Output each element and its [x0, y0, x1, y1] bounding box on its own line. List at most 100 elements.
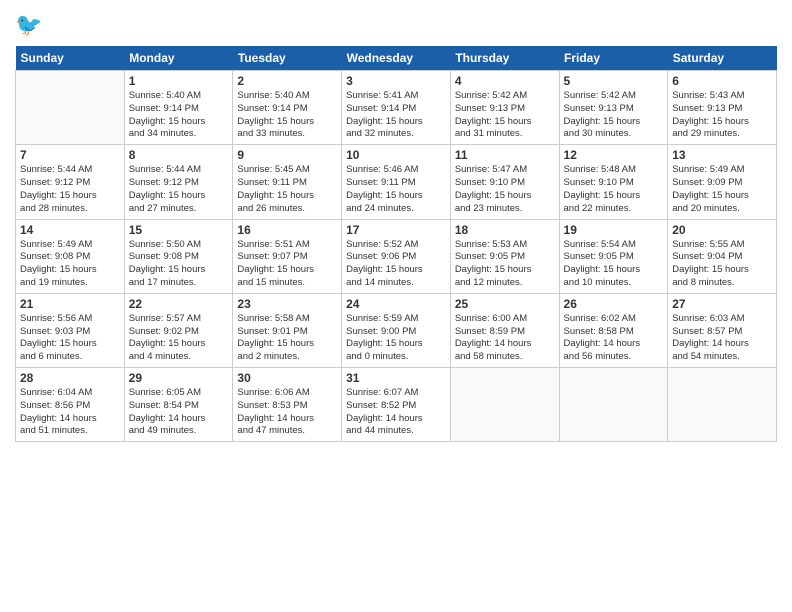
day-number: 1 — [129, 74, 229, 88]
day-info: Sunrise: 5:43 AM Sunset: 9:13 PM Dayligh… — [672, 90, 772, 141]
calendar-cell — [450, 368, 559, 442]
day-info: Sunrise: 6:07 AM Sunset: 8:52 PM Dayligh… — [346, 387, 446, 438]
calendar-page: 🐦 SundayMondayTuesdayWednesdayThursdayFr… — [0, 0, 792, 612]
calendar-cell: 6 Sunrise: 5:43 AM Sunset: 9:13 PM Daylig… — [668, 71, 777, 145]
day-info: Sunrise: 5:46 AM Sunset: 9:11 PM Dayligh… — [346, 164, 446, 215]
day-info: Sunrise: 5:50 AM Sunset: 9:08 PM Dayligh… — [129, 239, 229, 290]
day-info: Sunrise: 5:48 AM Sunset: 9:10 PM Dayligh… — [564, 164, 664, 215]
day-info: Sunrise: 5:47 AM Sunset: 9:10 PM Dayligh… — [455, 164, 555, 215]
day-number: 28 — [20, 371, 120, 385]
calendar-cell: 17Sunrise: 5:52 AM Sunset: 9:06 PM Dayli… — [342, 219, 451, 293]
day-number: 29 — [129, 371, 229, 385]
day-info: Sunrise: 5:44 AM Sunset: 9:12 PM Dayligh… — [20, 164, 120, 215]
calendar-cell: 25 Sunrise: 6:00 AM Sunset: 8:59 PM Dayli… — [450, 293, 559, 367]
day-info: Sunrise: 5:57 AM Sunset: 9:02 PM Dayligh… — [129, 313, 229, 364]
header-tuesday: Tuesday — [233, 46, 342, 71]
day-number: 4 — [455, 74, 555, 88]
day-info: Sunrise: 5:54 AM Sunset: 9:05 PM Dayligh… — [564, 239, 664, 290]
day-info: Sunrise: 6:02 AM Sunset: 8:58 PM Dayligh… — [564, 313, 664, 364]
header-monday: Monday — [124, 46, 233, 71]
day-number: 6 — [672, 74, 772, 88]
calendar-cell: 18Sunrise: 5:53 AM Sunset: 9:05 PM Dayli… — [450, 219, 559, 293]
calendar-row-2: 7 Sunrise: 5:44 AM Sunset: 9:12 PM Daylig… — [16, 145, 777, 219]
day-info: Sunrise: 6:03 AM Sunset: 8:57 PM Dayligh… — [672, 313, 772, 364]
day-number: 13 — [672, 148, 772, 162]
day-info: Sunrise: 5:53 AM Sunset: 9:05 PM Dayligh… — [455, 239, 555, 290]
header-saturday: Saturday — [668, 46, 777, 71]
day-number: 24 — [346, 297, 446, 311]
day-number: 2 — [237, 74, 337, 88]
day-number: 9 — [237, 148, 337, 162]
day-number: 17 — [346, 223, 446, 237]
day-number: 5 — [564, 74, 664, 88]
day-info: Sunrise: 6:00 AM Sunset: 8:59 PM Dayligh… — [455, 313, 555, 364]
calendar-cell: 19Sunrise: 5:54 AM Sunset: 9:05 PM Dayli… — [559, 219, 668, 293]
day-number: 31 — [346, 371, 446, 385]
calendar-cell: 28 Sunrise: 6:04 AM Sunset: 8:56 PM Dayli… — [16, 368, 125, 442]
day-number: 26 — [564, 297, 664, 311]
calendar-cell: 21 Sunrise: 5:56 AM Sunset: 9:03 PM Dayli… — [16, 293, 125, 367]
day-info: Sunrise: 5:49 AM Sunset: 9:09 PM Dayligh… — [672, 164, 772, 215]
calendar-cell: 22 Sunrise: 5:57 AM Sunset: 9:02 PM Dayli… — [124, 293, 233, 367]
calendar-cell: 30 Sunrise: 6:06 AM Sunset: 8:53 PM Dayli… — [233, 368, 342, 442]
logo-icon: 🐦 — [15, 10, 47, 38]
calendar-row-1: 1 Sunrise: 5:40 AM Sunset: 9:14 PM Daylig… — [16, 71, 777, 145]
calendar-cell: 2Sunrise: 5:40 AM Sunset: 9:14 PM Daylig… — [233, 71, 342, 145]
day-number: 8 — [129, 148, 229, 162]
calendar-cell — [559, 368, 668, 442]
calendar-cell — [668, 368, 777, 442]
day-number: 25 — [455, 297, 555, 311]
calendar-cell: 12Sunrise: 5:48 AM Sunset: 9:10 PM Dayli… — [559, 145, 668, 219]
day-number: 14 — [20, 223, 120, 237]
calendar-cell: 9 Sunrise: 5:45 AM Sunset: 9:11 PM Daylig… — [233, 145, 342, 219]
header-sunday: Sunday — [16, 46, 125, 71]
day-number: 21 — [20, 297, 120, 311]
day-info: Sunrise: 5:49 AM Sunset: 9:08 PM Dayligh… — [20, 239, 120, 290]
calendar-row-3: 14 Sunrise: 5:49 AM Sunset: 9:08 PM Dayli… — [16, 219, 777, 293]
day-info: Sunrise: 5:56 AM Sunset: 9:03 PM Dayligh… — [20, 313, 120, 364]
calendar-cell: 13 Sunrise: 5:49 AM Sunset: 9:09 PM Dayli… — [668, 145, 777, 219]
day-number: 27 — [672, 297, 772, 311]
calendar-cell: 3Sunrise: 5:41 AM Sunset: 9:14 PM Daylig… — [342, 71, 451, 145]
calendar-table: SundayMondayTuesdayWednesdayThursdayFrid… — [15, 46, 777, 442]
day-number: 22 — [129, 297, 229, 311]
day-number: 3 — [346, 74, 446, 88]
day-number: 7 — [20, 148, 120, 162]
day-info: Sunrise: 6:04 AM Sunset: 8:56 PM Dayligh… — [20, 387, 120, 438]
calendar-cell: 20 Sunrise: 5:55 AM Sunset: 9:04 PM Dayli… — [668, 219, 777, 293]
calendar-cell: 26 Sunrise: 6:02 AM Sunset: 8:58 PM Dayli… — [559, 293, 668, 367]
day-number: 10 — [346, 148, 446, 162]
calendar-row-5: 28 Sunrise: 6:04 AM Sunset: 8:56 PM Dayli… — [16, 368, 777, 442]
header: 🐦 — [15, 10, 777, 38]
calendar-cell: 7 Sunrise: 5:44 AM Sunset: 9:12 PM Daylig… — [16, 145, 125, 219]
day-number: 11 — [455, 148, 555, 162]
day-info: Sunrise: 6:06 AM Sunset: 8:53 PM Dayligh… — [237, 387, 337, 438]
logo: 🐦 — [15, 10, 49, 38]
calendar-cell: 14 Sunrise: 5:49 AM Sunset: 9:08 PM Dayli… — [16, 219, 125, 293]
day-info: Sunrise: 6:05 AM Sunset: 8:54 PM Dayligh… — [129, 387, 229, 438]
calendar-cell: 31 Sunrise: 6:07 AM Sunset: 8:52 PM Dayli… — [342, 368, 451, 442]
calendar-cell: 10 Sunrise: 5:46 AM Sunset: 9:11 PM Dayli… — [342, 145, 451, 219]
day-info: Sunrise: 5:58 AM Sunset: 9:01 PM Dayligh… — [237, 313, 337, 364]
header-thursday: Thursday — [450, 46, 559, 71]
day-number: 20 — [672, 223, 772, 237]
day-number: 23 — [237, 297, 337, 311]
day-info: Sunrise: 5:55 AM Sunset: 9:04 PM Dayligh… — [672, 239, 772, 290]
calendar-header-row: SundayMondayTuesdayWednesdayThursdayFrid… — [16, 46, 777, 71]
svg-text:🐦: 🐦 — [15, 12, 42, 37]
calendar-row-4: 21 Sunrise: 5:56 AM Sunset: 9:03 PM Dayli… — [16, 293, 777, 367]
calendar-cell: 16Sunrise: 5:51 AM Sunset: 9:07 PM Dayli… — [233, 219, 342, 293]
calendar-cell: 29 Sunrise: 6:05 AM Sunset: 8:54 PM Dayli… — [124, 368, 233, 442]
calendar-cell: 15 Sunrise: 5:50 AM Sunset: 9:08 PM Dayli… — [124, 219, 233, 293]
calendar-cell — [16, 71, 125, 145]
day-number: 30 — [237, 371, 337, 385]
day-info: Sunrise: 5:45 AM Sunset: 9:11 PM Dayligh… — [237, 164, 337, 215]
calendar-cell: 23 Sunrise: 5:58 AM Sunset: 9:01 PM Dayli… — [233, 293, 342, 367]
day-info: Sunrise: 5:40 AM Sunset: 9:14 PM Dayligh… — [129, 90, 229, 141]
day-number: 15 — [129, 223, 229, 237]
calendar-cell: 1 Sunrise: 5:40 AM Sunset: 9:14 PM Daylig… — [124, 71, 233, 145]
header-wednesday: Wednesday — [342, 46, 451, 71]
day-info: Sunrise: 5:42 AM Sunset: 9:13 PM Dayligh… — [564, 90, 664, 141]
header-friday: Friday — [559, 46, 668, 71]
day-info: Sunrise: 5:44 AM Sunset: 9:12 PM Dayligh… — [129, 164, 229, 215]
